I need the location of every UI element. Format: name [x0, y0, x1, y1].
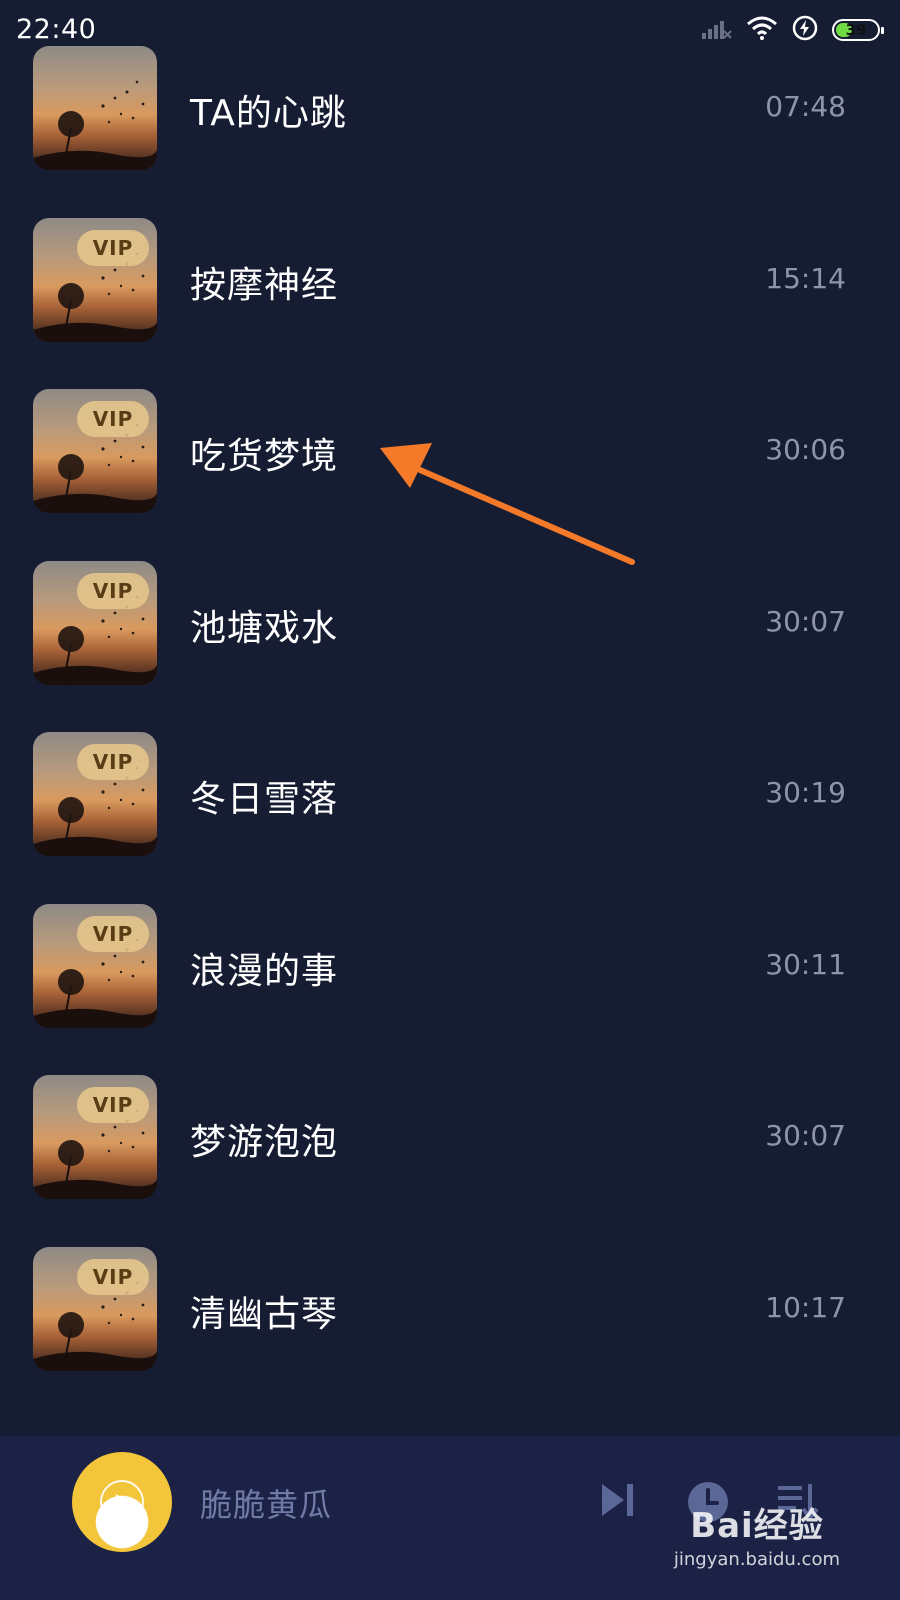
track-duration: 30:06: [765, 433, 846, 466]
vip-badge: VIP: [77, 401, 149, 437]
charging-icon: [792, 15, 818, 45]
player-track-title[interactable]: 脆脆黄瓜: [200, 1480, 332, 1526]
track-title: 梦游泡泡: [190, 1122, 339, 1163]
battery-icon: 39: [832, 19, 884, 41]
track-duration: 10:17: [765, 1290, 846, 1324]
track-row[interactable]: VIP 梦游泡泡 30:07: [0, 1075, 900, 1225]
track-title: 冬日雪落: [190, 779, 339, 820]
track-thumbnail: VIP: [33, 903, 157, 1028]
track-title: 池塘戏水: [190, 607, 339, 649]
play-icon[interactable]: [100, 1480, 144, 1524]
track-row[interactable]: VIP 吃货梦境 30:06: [0, 389, 900, 539]
status-icons: 39: [702, 14, 884, 46]
track-title: 按摩神经: [190, 264, 339, 306]
vip-badge: VIP: [77, 1258, 149, 1295]
track-row[interactable]: VIP 浪漫的事 30:11: [0, 903, 900, 1054]
watermark-brand: Bai经验: [690, 1506, 824, 1546]
vip-badge: VIP: [77, 1087, 149, 1123]
mini-player[interactable]: 脆脆黄瓜 Bai经验 jingyan.baidu.com: [0, 1436, 900, 1600]
next-track-icon[interactable]: [598, 1480, 638, 1524]
track-thumbnail: VIP: [33, 1075, 157, 1199]
battery-level: 39: [845, 21, 867, 39]
track-thumbnail: VIP: [33, 389, 157, 513]
track-title: 清幽古琴: [190, 1293, 339, 1335]
track-duration: 30:11: [765, 947, 846, 981]
screen: 22:40 39 TA的心跳 07:48 VIP 按摩神经 15:14 VIP …: [0, 0, 900, 1600]
track-row[interactable]: VIP 清幽古琴 10:17: [0, 1246, 900, 1397]
track-thumbnail: VIP: [33, 1246, 157, 1371]
track-duration: 30:07: [765, 1119, 846, 1152]
track-row[interactable]: VIP 冬日雪落 30:19: [0, 732, 900, 882]
wifi-icon: [746, 16, 778, 44]
vip-badge: VIP: [77, 572, 149, 609]
track-thumbnail: VIP: [33, 732, 157, 856]
track-row[interactable]: VIP 池塘戏水 30:07: [0, 560, 900, 711]
track-thumbnail: VIP: [33, 217, 157, 342]
track-title: 吃货梦境: [190, 436, 339, 477]
status-time: 22:40: [16, 14, 97, 45]
track-row[interactable]: TA的心跳 07:48: [0, 46, 900, 196]
vip-badge: VIP: [77, 915, 149, 952]
track-duration: 15:14: [765, 261, 846, 295]
player-cover-art[interactable]: [72, 1452, 172, 1552]
watermark-url: jingyan.baidu.com: [673, 1549, 840, 1570]
track-row[interactable]: VIP 按摩神经 15:14: [0, 217, 900, 368]
baidu-jingyan-watermark: Bai经验 jingyan.baidu.com: [674, 1498, 840, 1570]
track-duration: 30:19: [765, 776, 846, 809]
signal-icon: [702, 17, 732, 43]
track-thumbnail: [33, 46, 157, 170]
vip-badge: VIP: [77, 229, 149, 266]
track-thumbnail: VIP: [33, 560, 157, 685]
track-title: TA的心跳: [190, 93, 347, 134]
track-duration: 30:07: [765, 604, 846, 638]
track-title: 浪漫的事: [190, 950, 339, 992]
vip-badge: VIP: [77, 744, 149, 780]
track-duration: 07:48: [765, 90, 846, 123]
